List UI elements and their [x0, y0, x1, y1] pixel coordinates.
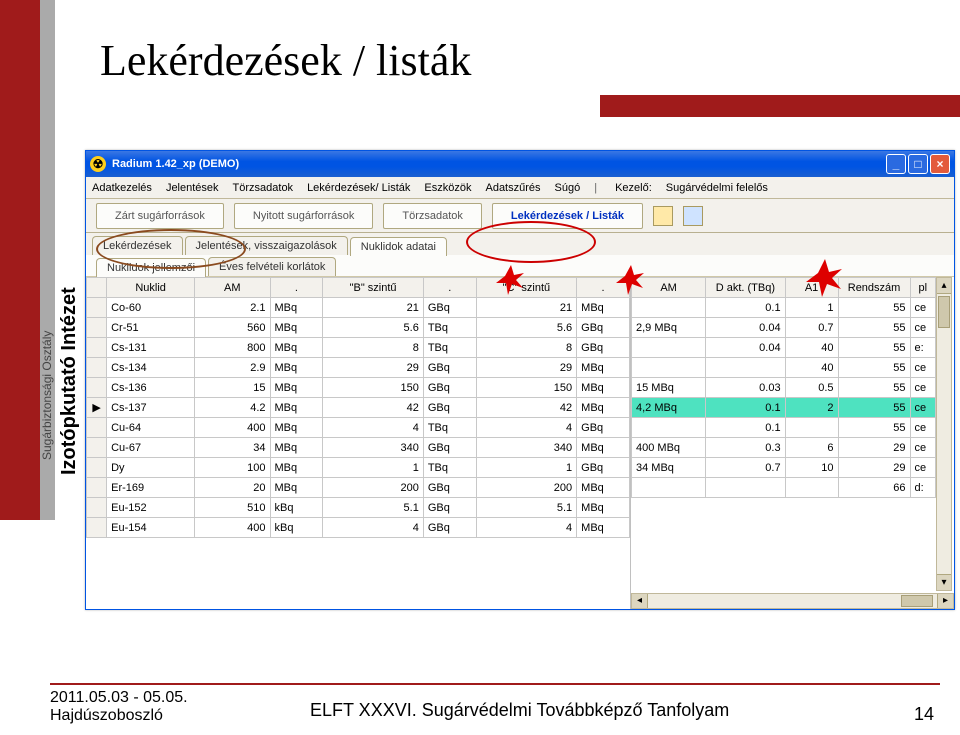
subtab-annual-limits[interactable]: Éves felvételi korlátok: [208, 257, 336, 276]
nuclide-table[interactable]: NuklidAM."B" szintű."C" szintű. Co-602.1…: [86, 277, 630, 538]
rail-red: [0, 0, 40, 520]
scroll-thumb[interactable]: [938, 296, 950, 328]
handler-value: Sugárvédelmi felelős: [666, 182, 768, 194]
main-tabbar: Zárt sugárforrások Nyitott sugárforrások…: [86, 199, 954, 233]
table-row[interactable]: 34 MBq0.71029ce: [632, 458, 936, 478]
slide-footer: 2011.05.03 - 05.05. Hajdúszoboszló ELFT …: [50, 689, 940, 725]
handler-label: Kezelő:: [615, 182, 652, 194]
col-header[interactable]: [87, 278, 107, 298]
menu-item[interactable]: Jelentések: [166, 182, 219, 194]
table-row[interactable]: ▶Cs-1374.2MBq42GBq42MBq: [87, 398, 630, 418]
scroll-down-icon[interactable]: ▾: [937, 574, 951, 590]
table-row[interactable]: Er-16920MBq200GBq200MBq: [87, 478, 630, 498]
col-header[interactable]: AM: [632, 278, 706, 298]
footer-date: 2011.05.03 - 05.05.: [50, 689, 188, 706]
dept-label: Sugárbiztonsági Osztály: [40, 331, 54, 460]
table-row[interactable]: Co-602.1MBq21GBq21MBq: [87, 298, 630, 318]
tab-open-sources[interactable]: Nyitott sugárforrások: [234, 203, 373, 229]
footer-divider: [50, 683, 940, 685]
scroll-thumb-h[interactable]: [901, 595, 933, 607]
scroll-up-icon[interactable]: ▴: [937, 278, 951, 294]
menu-item[interactable]: Súgó: [555, 182, 581, 194]
footer-place: Hajdúszoboszló: [50, 707, 163, 724]
subtab-nuclide-props[interactable]: Nuklidok jellemzői: [96, 258, 206, 277]
left-grid[interactable]: NuklidAM."B" szintű."C" szintű. Co-602.1…: [86, 277, 631, 609]
minimize-button[interactable]: _: [886, 154, 906, 174]
maximize-button[interactable]: □: [908, 154, 928, 174]
table-row[interactable]: 400 MBq0.3629ce: [632, 438, 936, 458]
subtab-reports[interactable]: Jelentések, visszaigazolások: [185, 236, 348, 255]
menubar: Adatkezelés Jelentések Törzsadatok Lekér…: [86, 177, 954, 199]
table-row[interactable]: 0.155ce: [632, 418, 936, 438]
app-icon: ☢: [90, 156, 106, 172]
slide-title: Lekérdezések / listák: [100, 35, 471, 86]
tab-closed-sources[interactable]: Zárt sugárforrások: [96, 203, 224, 229]
title-accent-bar: [600, 95, 960, 117]
menu-item[interactable]: Eszközök: [424, 182, 471, 194]
table-row[interactable]: 2,9 MBq0.040.755ce: [632, 318, 936, 338]
menu-item[interactable]: Adatkezelés: [92, 182, 152, 194]
subtab-nuclide-data[interactable]: Nuklidok adatai: [350, 237, 447, 256]
right-table[interactable]: AMD akt. (TBq)A1Rendszámpl 0.1155ce2,9 M…: [631, 277, 936, 498]
page-number: 14: [914, 704, 934, 725]
col-header[interactable]: .: [423, 278, 476, 298]
table-row[interactable]: Cs-13615MBq150GBq150MBq: [87, 378, 630, 398]
col-header[interactable]: Nuklid: [107, 278, 195, 298]
subtab-row-1: Lekérdezések Jelentések, visszaigazoláso…: [86, 233, 954, 255]
table-row[interactable]: Eu-154400kBq4GBq4MBq: [87, 518, 630, 538]
table-row[interactable]: 0.044055e:: [632, 338, 936, 358]
window-titlebar[interactable]: ☢ Radium 1.42_xp (DEMO) _ □ ×: [86, 151, 954, 177]
scroll-left-icon[interactable]: ◂: [632, 594, 648, 608]
app-window: ☢ Radium 1.42_xp (DEMO) _ □ × Adatkezelé…: [85, 150, 955, 610]
toolbar-icon[interactable]: [653, 206, 673, 226]
vertical-scrollbar[interactable]: ▴ ▾: [936, 277, 952, 591]
col-header[interactable]: "C" szintű: [476, 278, 577, 298]
table-row[interactable]: Cs-1342.9MBq29GBq29MBq: [87, 358, 630, 378]
subtab-row-2: Nuklidok jellemzői Éves felvételi korlát…: [86, 255, 954, 277]
table-row[interactable]: Dy100MBq1TBq1GBq: [87, 458, 630, 478]
toolbar-icon[interactable]: [683, 206, 703, 226]
table-row[interactable]: Cs-131800MBq8TBq8GBq: [87, 338, 630, 358]
table-row[interactable]: Cu-64400MBq4TBq4GBq: [87, 418, 630, 438]
close-button[interactable]: ×: [930, 154, 950, 174]
col-header[interactable]: A1: [785, 278, 838, 298]
table-row[interactable]: 0.1155ce: [632, 298, 936, 318]
table-row[interactable]: Cu-6734MBq340GBq340MBq: [87, 438, 630, 458]
horizontal-scrollbar[interactable]: ◂ ▸: [631, 593, 954, 609]
tab-queries-lists[interactable]: Lekérdezések / Listák: [492, 203, 643, 229]
right-grid[interactable]: AMD akt. (TBq)A1Rendszámpl 0.1155ce2,9 M…: [631, 277, 954, 609]
table-area: NuklidAM."B" szintű."C" szintű. Co-602.1…: [86, 277, 954, 609]
col-header[interactable]: "B" szintű: [323, 278, 424, 298]
col-header[interactable]: D akt. (TBq): [706, 278, 785, 298]
tab-masterdata[interactable]: Törzsadatok: [383, 203, 482, 229]
menu-item[interactable]: Lekérdezések/ Listák: [307, 182, 410, 194]
scroll-right-icon[interactable]: ▸: [937, 594, 953, 608]
table-row[interactable]: Cr-51560MBq5.6TBq5.6GBq: [87, 318, 630, 338]
subtab-queries[interactable]: Lekérdezések: [92, 236, 183, 255]
menu-item[interactable]: Adatszűrés: [485, 182, 540, 194]
table-row[interactable]: 66d:: [632, 478, 936, 498]
table-row[interactable]: 4,2 MBq0.1255ce: [632, 398, 936, 418]
table-row[interactable]: 15 MBq0.030.555ce: [632, 378, 936, 398]
col-header[interactable]: .: [270, 278, 323, 298]
col-header[interactable]: Rendszám: [838, 278, 910, 298]
table-row[interactable]: 4055ce: [632, 358, 936, 378]
col-header[interactable]: pl: [910, 278, 935, 298]
institute-label: Izotópkutató Intézet: [58, 287, 81, 475]
window-title: Radium 1.42_xp (DEMO): [112, 158, 239, 170]
col-header[interactable]: AM: [195, 278, 270, 298]
menu-item[interactable]: Törzsadatok: [233, 182, 294, 194]
footer-mid: ELFT XXXVI. Sugárvédelmi Továbbképző Tan…: [310, 700, 729, 721]
table-row[interactable]: Eu-152510kBq5.1GBq5.1MBq: [87, 498, 630, 518]
col-header[interactable]: .: [577, 278, 630, 298]
